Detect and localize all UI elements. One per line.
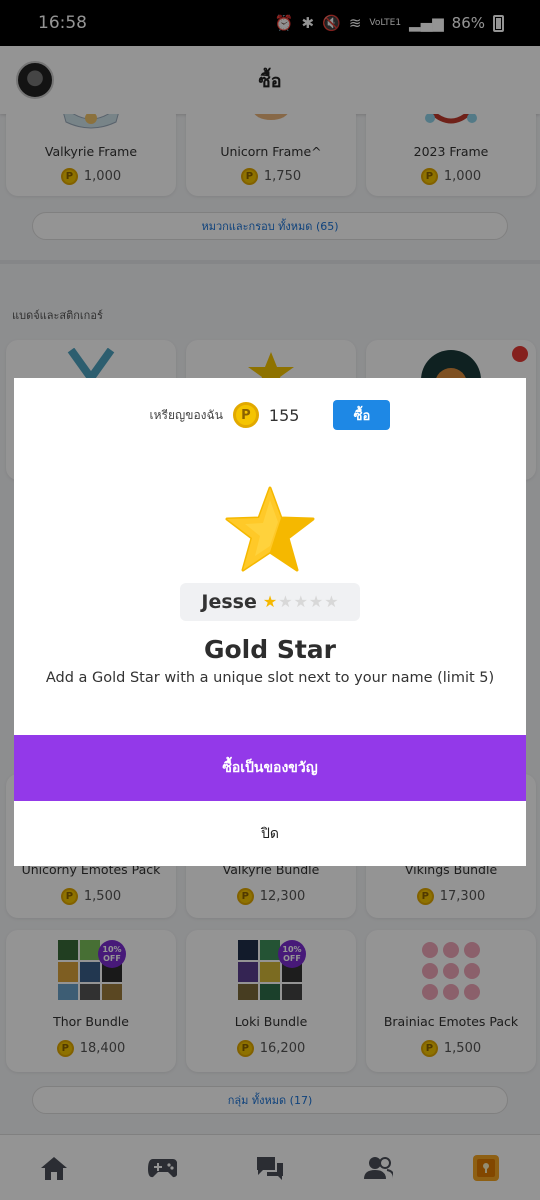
star-slot-empty-icon: ★ bbox=[324, 592, 339, 611]
star-slot-empty-icon: ★ bbox=[308, 592, 324, 611]
star-slots: ★ ★ ★ ★ ★ bbox=[263, 594, 339, 610]
item-description: Add a Gold Star with a unique slot next … bbox=[45, 670, 495, 686]
purchase-dialog: เหรียญของฉัน P 155 ซื้อ Jesse ★ ★ ★ ★ ★ … bbox=[14, 378, 526, 866]
star-slot-empty-icon: ★ bbox=[293, 592, 308, 611]
close-button[interactable]: ปิด bbox=[14, 801, 526, 866]
star-slot-filled-icon: ★ bbox=[262, 592, 278, 611]
coin-balance-row: เหรียญของฉัน P 155 ซื้อ bbox=[14, 400, 526, 430]
name-preview: Jesse ★ ★ ★ ★ ★ bbox=[180, 583, 360, 621]
buy-button[interactable]: ซื้อ bbox=[333, 400, 391, 430]
gold-star-icon bbox=[225, 486, 315, 572]
coin-balance-value: 155 bbox=[268, 405, 300, 425]
preview-name: Jesse bbox=[201, 591, 257, 613]
buy-as-gift-button[interactable]: ซื้อเป็นของขวัญ bbox=[14, 735, 526, 801]
star-slot-empty-icon: ★ bbox=[278, 592, 293, 611]
item-title: Gold Star bbox=[203, 635, 337, 664]
coin-balance-label: เหรียญของฉัน bbox=[149, 407, 223, 422]
coin-icon: P bbox=[232, 402, 259, 428]
